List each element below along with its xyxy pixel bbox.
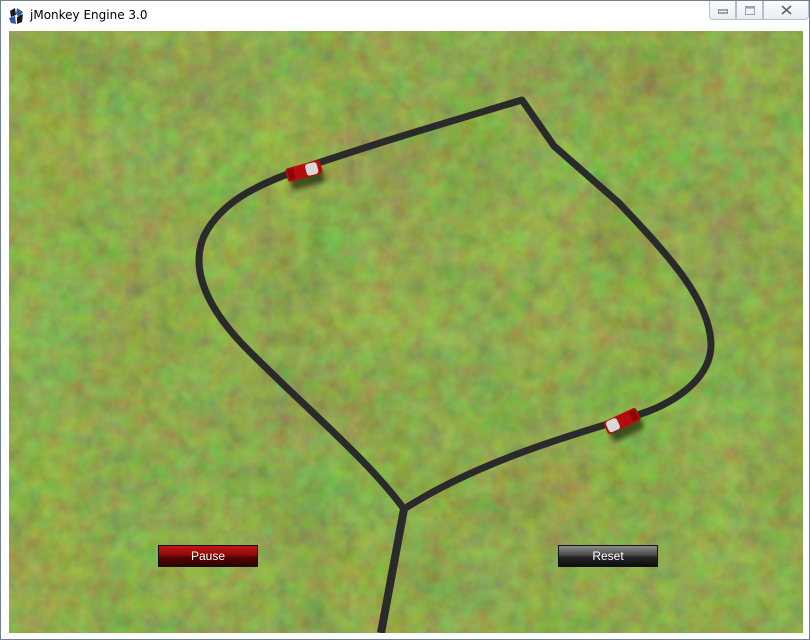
close-icon (780, 5, 792, 15)
minimize-icon (717, 9, 728, 14)
game-scene (9, 31, 803, 633)
window-title: jMonkey Engine 3.0 (30, 8, 148, 22)
jmonkey-logo-icon (9, 8, 23, 24)
game-viewport[interactable]: Pause Reset (9, 31, 803, 633)
minimize-button[interactable] (709, 1, 736, 20)
grass-patches (9, 31, 803, 633)
title-bar[interactable]: jMonkey Engine 3.0 (1, 1, 809, 30)
maximize-button[interactable] (736, 1, 763, 20)
reset-button[interactable]: Reset (558, 545, 658, 567)
maximize-icon (744, 5, 755, 15)
app-window: jMonkey Engine 3.0 Pause Reset (0, 0, 810, 640)
pause-button[interactable]: Pause (158, 545, 258, 567)
close-button[interactable] (763, 1, 809, 20)
